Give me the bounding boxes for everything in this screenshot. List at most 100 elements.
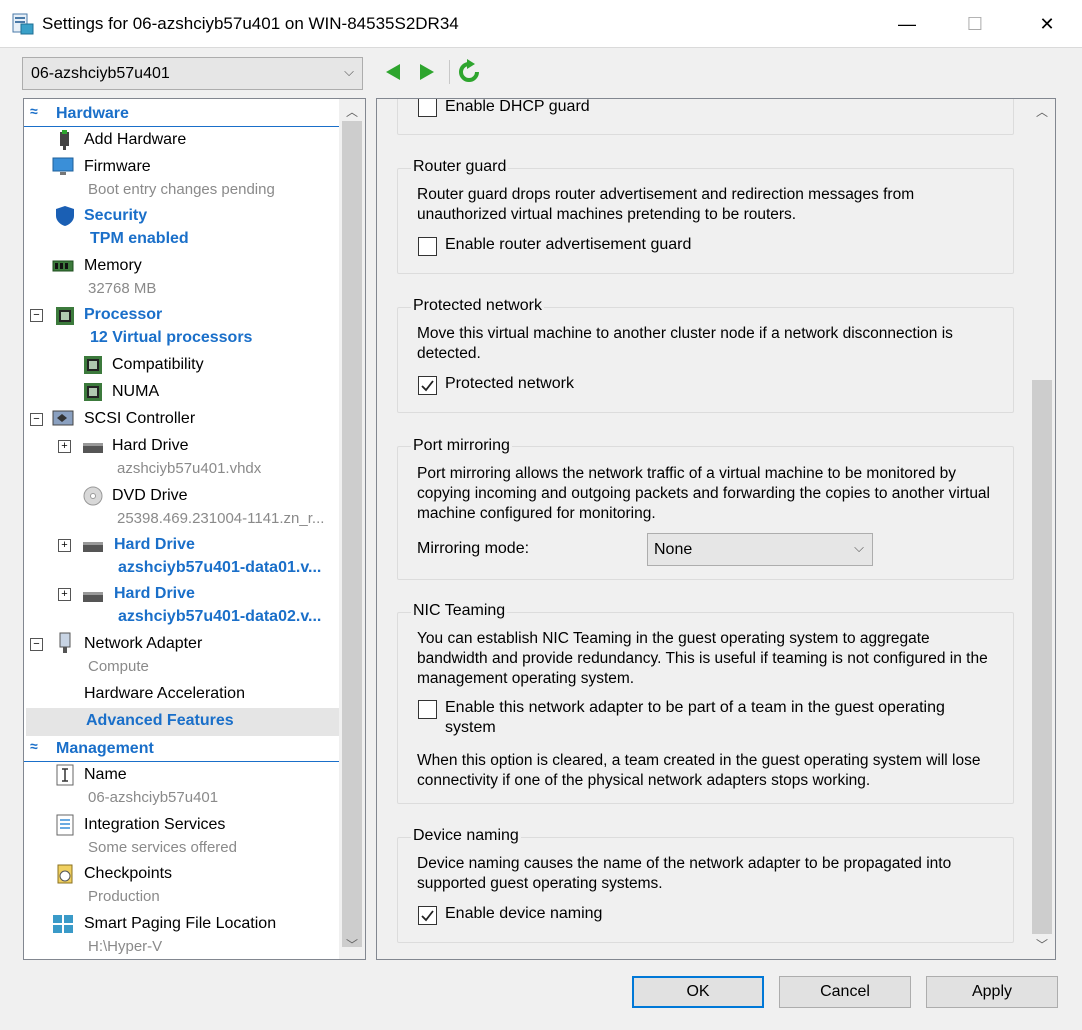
- management-section-header[interactable]: ≈ Management: [24, 736, 341, 762]
- tree-item-security[interactable]: Security: [84, 207, 147, 225]
- settings-tree[interactable]: ≈ Hardware Add Hardware Firmware Boot en…: [23, 98, 366, 960]
- cancel-button[interactable]: Cancel: [779, 976, 911, 1008]
- advanced-features-panel: Enable DHCP guard Router guard Router gu…: [376, 98, 1056, 960]
- smart-paging-detail: H:\Hyper-V: [88, 938, 163, 955]
- memory-icon: [52, 260, 74, 272]
- mirroring-mode-dropdown[interactable]: None ⌵: [647, 533, 873, 566]
- scroll-down-arrow-icon[interactable]: ﹀: [1029, 936, 1055, 953]
- port-mirroring-description: Port mirroring allows the network traffi…: [417, 465, 991, 522]
- hard-drive-1-detail: azshciyb57u401.vhdx: [117, 460, 262, 477]
- tree-item-firmware[interactable]: Firmware: [84, 158, 151, 176]
- previous-arrow-icon[interactable]: [380, 58, 406, 86]
- protected-network-checkbox[interactable]: [418, 376, 437, 395]
- port-mirroring-title: Port mirroring: [411, 437, 512, 455]
- right-scroll-thumb[interactable]: [1032, 380, 1052, 934]
- scroll-up-arrow-icon[interactable]: ︿: [339, 103, 365, 120]
- device-naming-title: Device naming: [411, 827, 521, 845]
- checkmark-icon: [421, 380, 434, 392]
- tree-item-smart-paging[interactable]: Smart Paging File Location: [84, 915, 276, 933]
- refresh-icon[interactable]: [456, 58, 482, 86]
- device-naming-checkbox[interactable]: [418, 906, 437, 925]
- checkmark-icon: [421, 910, 434, 922]
- hard-drive-icon: [83, 542, 103, 552]
- ok-button[interactable]: OK: [632, 976, 764, 1008]
- tree-item-compatibility[interactable]: Compatibility: [112, 356, 204, 374]
- hard-drive-2-detail: azshciyb57u401-data01.v...: [118, 559, 322, 576]
- scroll-up-arrow-icon[interactable]: ︿: [1029, 103, 1055, 120]
- processor-detail: 12 Virtual processors: [90, 329, 253, 346]
- tree-item-hard-drive-3[interactable]: Hard Drive: [114, 585, 195, 603]
- scsi-collapse-toggle[interactable]: −: [30, 413, 43, 426]
- tree-item-name[interactable]: Name: [84, 766, 127, 784]
- close-button[interactable]: ✕: [1012, 0, 1082, 48]
- hard-drive-2-expand-toggle[interactable]: +: [58, 539, 71, 552]
- minimize-button[interactable]: —: [872, 0, 942, 48]
- compatibility-icon: [84, 356, 102, 374]
- tree-item-hard-drive-1[interactable]: Hard Drive: [112, 437, 188, 455]
- tree-item-numa[interactable]: NUMA: [112, 383, 159, 401]
- tree-item-advanced-features[interactable]: Advanced Features: [86, 712, 234, 730]
- protected-network-description: Move this virtual machine to another clu…: [417, 325, 953, 362]
- tree-item-checkpoints[interactable]: Checkpoints: [84, 865, 172, 883]
- checkpoints-icon: [57, 864, 73, 884]
- nic-teaming-title: NIC Teaming: [411, 602, 508, 620]
- name-detail: 06-azshciyb57u401: [88, 789, 219, 806]
- hard-drive-icon: [83, 592, 103, 602]
- right-scrollbar[interactable]: ︿ ﹀: [1029, 99, 1055, 959]
- scsi-controller-icon: [52, 410, 74, 426]
- protected-network-label: Protected network: [445, 375, 574, 392]
- hard-drive-1-expand-toggle[interactable]: +: [58, 440, 71, 453]
- memory-detail: 32768 MB: [88, 280, 157, 297]
- chevron-down-icon: ⌵: [344, 64, 354, 79]
- add-hardware-icon: [60, 130, 69, 150]
- device-naming-description: Device naming causes the name of the net…: [417, 855, 952, 892]
- tree-item-memory[interactable]: Memory: [84, 257, 142, 275]
- smart-paging-icon: [53, 915, 73, 933]
- hard-drive-3-expand-toggle[interactable]: +: [58, 588, 71, 601]
- router-guard-title: Router guard: [411, 158, 509, 176]
- processor-collapse-toggle[interactable]: −: [30, 309, 43, 322]
- tree-item-scsi-controller[interactable]: SCSI Controller: [84, 410, 195, 428]
- tree-item-dvd-drive[interactable]: DVD Drive: [112, 487, 188, 505]
- dhcp-guard-label: Enable DHCP guard: [445, 98, 590, 115]
- integration-services-icon: [56, 814, 74, 836]
- name-icon: [56, 764, 74, 786]
- next-arrow-icon[interactable]: [414, 58, 440, 86]
- dvd-drive-detail: 25398.469.231004-1141.zn_r...: [117, 510, 325, 527]
- tree-item-add-hardware[interactable]: Add Hardware: [84, 131, 186, 149]
- network-adapter-icon: [59, 632, 71, 653]
- hardware-section-header[interactable]: ≈ Hardware: [24, 101, 341, 127]
- router-guard-description: Router guard drops router advertisement …: [417, 186, 915, 223]
- left-scrollbar[interactable]: ︿ ﹀: [339, 99, 365, 959]
- title-bar: Settings for 06-azshciyb57u401 on WIN-84…: [0, 0, 1082, 48]
- tree-item-hard-drive-2[interactable]: Hard Drive: [114, 536, 195, 554]
- nic-teaming-note: When this option is cleared, a team crea…: [417, 752, 981, 789]
- nic-teaming-description: You can establish NIC Teaming in the gue…: [417, 630, 988, 687]
- nic-teaming-label-line1: Enable this network adapter to be part o…: [445, 699, 945, 716]
- maximize-button[interactable]: ☐: [940, 0, 1010, 48]
- security-detail: TPM enabled: [90, 230, 189, 247]
- device-naming-label: Enable device naming: [445, 905, 603, 922]
- tree-item-network-adapter[interactable]: Network Adapter: [84, 635, 202, 653]
- scroll-down-arrow-icon[interactable]: ﹀: [339, 936, 365, 953]
- tree-item-integration-services[interactable]: Integration Services: [84, 816, 225, 834]
- settings-app-icon: [12, 13, 34, 35]
- dhcp-guard-checkbox[interactable]: [418, 99, 437, 117]
- vm-selector-dropdown[interactable]: 06-azshciyb57u401 ⌵: [22, 57, 363, 90]
- network-adapter-collapse-toggle[interactable]: −: [30, 638, 43, 651]
- integration-services-detail: Some services offered: [88, 839, 237, 856]
- tree-item-hardware-acceleration[interactable]: Hardware Acceleration: [84, 685, 245, 703]
- left-scroll-thumb[interactable]: [342, 121, 362, 947]
- nic-teaming-checkbox[interactable]: [418, 700, 437, 719]
- chevron-down-icon: ⌵: [854, 540, 864, 555]
- hard-drive-3-detail: azshciyb57u401-data02.v...: [118, 608, 322, 625]
- processor-icon: [56, 307, 74, 325]
- router-guard-checkbox[interactable]: [418, 237, 437, 256]
- shield-icon: [56, 206, 74, 226]
- firmware-icon: [52, 157, 74, 175]
- management-header-label: Management: [56, 740, 154, 757]
- firmware-detail: Boot entry changes pending: [88, 181, 275, 198]
- apply-button[interactable]: Apply: [926, 976, 1058, 1008]
- tree-item-processor[interactable]: Processor: [84, 306, 162, 324]
- nic-teaming-label-line2: system: [445, 719, 496, 736]
